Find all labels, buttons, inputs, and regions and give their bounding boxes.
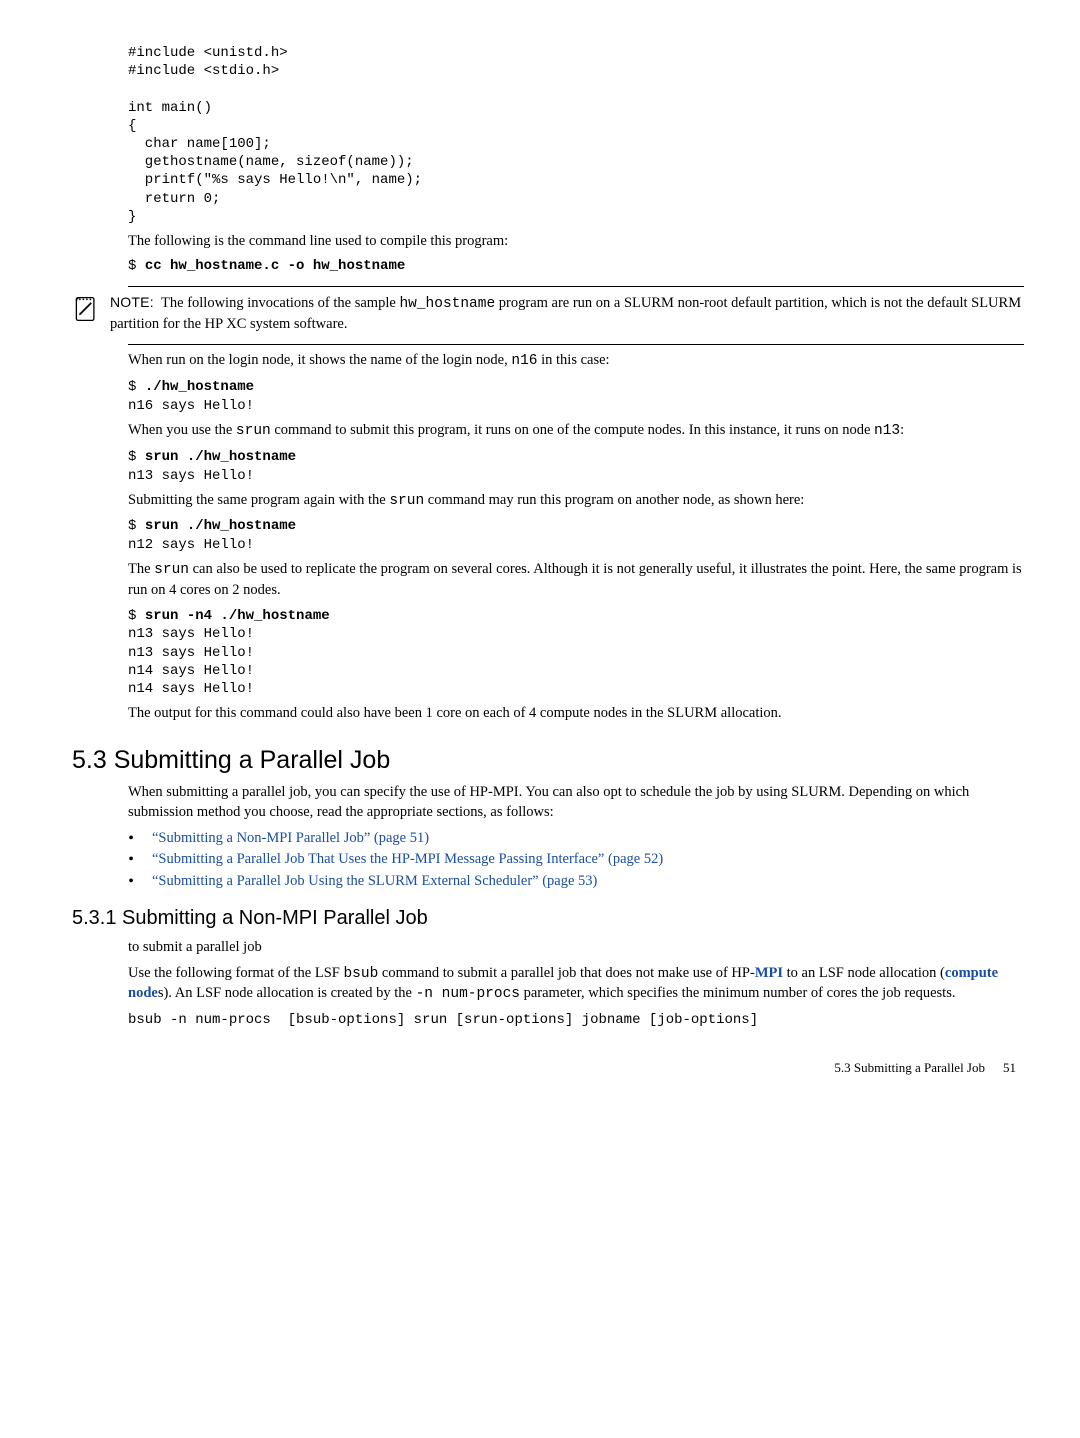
cross-reference-link[interactable]: “Submitting a Non-MPI Parallel Job” (pag… <box>152 829 429 849</box>
body-text: The following is the command line used t… <box>128 232 1024 252</box>
note-block: NOTE: The following invocations of the s… <box>110 293 1024 334</box>
command-line: $ srun ./hw_hostname <box>128 517 1024 536</box>
command-line: $ srun ./hw_hostname <box>128 448 1024 467</box>
horizontal-rule <box>128 344 1024 345</box>
subsection-heading: 5.3.1 Submitting a Non-MPI Parallel Job <box>72 905 1024 932</box>
inline-code: srun <box>236 423 271 439</box>
section-heading: 5.3 Submitting a Parallel Job <box>72 744 1024 778</box>
glossary-link[interactable]: MPI <box>755 965 783 981</box>
list-item: • “Submitting a Parallel Job That Uses th… <box>128 850 1024 870</box>
bullet-list: • “Submitting a Non-MPI Parallel Job” (pa… <box>128 829 1024 892</box>
command: srun -n4 ./hw_hostname <box>145 608 330 624</box>
command: cc hw_hostname.c -o hw_hostname <box>145 258 405 274</box>
prompt: $ <box>128 379 145 395</box>
body-text: to submit a parallel job <box>128 938 1024 958</box>
list-item: • “Submitting a Non-MPI Parallel Job” (pa… <box>128 829 1024 849</box>
body-text: Submitting the same program again with t… <box>128 491 1024 512</box>
command-output: n16 says Hello! <box>128 397 1024 415</box>
body-text: When run on the login node, it shows the… <box>128 351 1024 372</box>
prompt: $ <box>128 518 145 534</box>
cross-reference-link[interactable]: “Submitting a Parallel Job That Uses the… <box>152 850 663 870</box>
command-line: $ cc hw_hostname.c -o hw_hostname <box>128 257 1024 276</box>
page-number: 51 <box>1003 1060 1016 1075</box>
command: ./hw_hostname <box>145 379 254 395</box>
footer-section: 5.3 Submitting a Parallel Job <box>834 1060 985 1075</box>
prompt: $ <box>128 258 145 274</box>
syntax-line: bsub -n num-procs [bsub-options] srun [s… <box>128 1011 1024 1029</box>
body-text: When submitting a parallel job, you can … <box>128 783 1024 822</box>
page-footer: 5.3 Submitting a Parallel Job 51 <box>72 1059 1024 1077</box>
inline-code: srun <box>389 493 424 509</box>
horizontal-rule <box>128 286 1024 287</box>
note-label: NOTE: <box>110 294 154 310</box>
command-line: $ srun -n4 ./hw_hostname <box>128 607 1024 626</box>
inline-code: n16 <box>511 353 537 369</box>
bullet-icon: • <box>128 850 134 869</box>
bullet-icon: • <box>128 872 134 891</box>
bullet-icon: • <box>128 829 134 848</box>
prompt: $ <box>128 449 145 465</box>
command-output: n12 says Hello! <box>128 536 1024 554</box>
inline-code: srun <box>154 562 189 578</box>
cross-reference-link[interactable]: “Submitting a Parallel Job Using the SLU… <box>152 872 597 892</box>
command-line: $ ./hw_hostname <box>128 378 1024 397</box>
code-block: #include <unistd.h> #include <stdio.h> i… <box>128 44 1024 226</box>
note-icon <box>72 295 100 323</box>
inline-code: n13 <box>874 423 900 439</box>
list-item: • “Submitting a Parallel Job Using the SL… <box>128 872 1024 892</box>
command: srun ./hw_hostname <box>145 449 296 465</box>
body-text: When you use the srun command to submit … <box>128 421 1024 442</box>
inline-code: -n num-procs <box>416 986 520 1002</box>
inline-code: bsub <box>343 966 378 982</box>
body-text: Use the following format of the LSF bsub… <box>128 964 1024 1005</box>
body-text: The srun can also be used to replicate t… <box>128 560 1024 600</box>
note-text: The following invocations of the sample <box>161 295 399 311</box>
body-text: The output for this command could also h… <box>128 704 1024 724</box>
command-output: n13 says Hello! n13 says Hello! n14 says… <box>128 625 1024 698</box>
inline-code: hw_hostname <box>399 296 495 312</box>
prompt: $ <box>128 608 145 624</box>
command-output: n13 says Hello! <box>128 467 1024 485</box>
command: srun ./hw_hostname <box>145 518 296 534</box>
